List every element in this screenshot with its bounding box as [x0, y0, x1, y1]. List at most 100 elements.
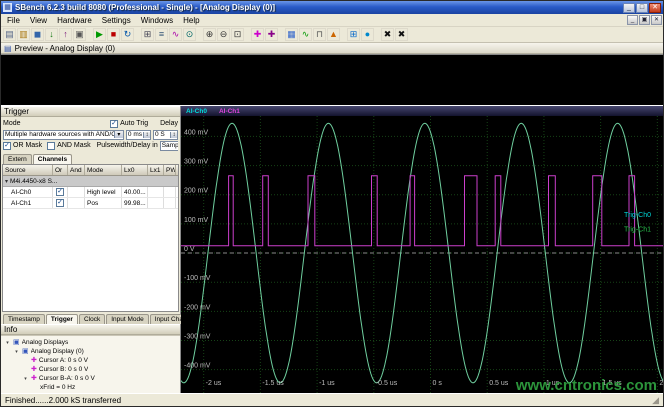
scope-plot-area[interactable]: 400 mV 300 mV 200 mV 100 mV 0 V -100 mV -200 m… — [181, 116, 663, 393]
cursor-b-icon[interactable]: ✚ — [265, 28, 278, 41]
column-header-mode[interactable]: Mode — [85, 165, 122, 175]
trigger-source-row: Multiple hardware sources with AND/OR ▾ … — [3, 129, 178, 140]
cell-mode[interactable]: Pos — [85, 198, 122, 208]
column-header-or[interactable]: Or — [53, 165, 68, 175]
close-display-icon[interactable]: ✖ — [381, 28, 394, 41]
cell-lx0[interactable]: 99.98... — [122, 198, 148, 208]
import-data-icon[interactable]: ↓ — [45, 28, 58, 41]
restart-acquisition-icon[interactable]: ↻ — [121, 28, 134, 41]
tree-item[interactable]: ▾ ▣ Analog Displays — [3, 338, 178, 347]
stop-acquisition-icon[interactable]: ■ — [107, 28, 120, 41]
preview-panel-header[interactable]: ▤ Preview - Analog Display (0) — [1, 43, 663, 54]
open-config-icon[interactable]: ▥ — [17, 28, 30, 41]
info-panel-title[interactable]: Info — [1, 324, 180, 335]
minimize-button[interactable]: _ — [623, 2, 635, 13]
menu-help[interactable]: Help — [178, 16, 204, 25]
column-header-pw[interactable]: PW — [164, 165, 176, 175]
print-icon[interactable]: ▣ — [73, 28, 86, 41]
table-group-row[interactable]: ▾ M4i.4450-x8 S... — [3, 176, 178, 187]
chevron-down-icon[interactable]: ▾ — [113, 131, 123, 138]
input-channels-icon[interactable]: ≡ — [155, 28, 168, 41]
menu-windows[interactable]: Windows — [136, 16, 178, 25]
cell-pw[interactable] — [164, 187, 176, 197]
trigger-panel-title[interactable]: Trigger — [1, 106, 180, 117]
spectrum-display-icon[interactable]: ▲ — [327, 28, 340, 41]
oscilloscope-plot[interactable]: 400 mV 300 mV 200 mV 100 mV 0 V -100 mV -200 m… — [181, 116, 663, 393]
x-axis-tick-label: 0.5 us — [489, 380, 509, 387]
tab-input-mode[interactable]: Input Mode — [106, 314, 149, 324]
expander-icon[interactable]: ▾ — [22, 376, 29, 382]
child-minimize-button[interactable]: _ — [627, 15, 638, 25]
column-header-lx0[interactable]: Lx0 — [122, 165, 148, 175]
cell-lx1[interactable] — [148, 198, 164, 208]
zoom-out-icon[interactable]: ⊖ — [217, 28, 230, 41]
tree-item[interactable]: ▾ ✚ Cursor B-A: 0 s 0 V — [3, 374, 178, 383]
tab-extern[interactable]: Extern — [3, 154, 32, 164]
expander-icon[interactable]: ▾ — [5, 178, 8, 185]
delay-samples-input[interactable]: 0 S ↕ — [153, 129, 178, 140]
cell-and[interactable] — [68, 198, 85, 208]
or-checkbox[interactable]: ✓ — [56, 188, 64, 196]
table-row[interactable]: AI-Ch1 ✓ Pos 99.98... — [3, 198, 178, 209]
zoom-all-icon[interactable]: ⊡ — [231, 28, 244, 41]
trigger-setup-icon[interactable]: ∿ — [169, 28, 182, 41]
spinner-icon[interactable]: ↕ — [170, 131, 177, 138]
maximize-button[interactable]: □ — [636, 2, 648, 13]
column-header-lx1[interactable]: Lx1 — [148, 165, 164, 175]
new-config-icon[interactable]: ▤ — [3, 28, 16, 41]
new-display-icon[interactable]: ▦ — [285, 28, 298, 41]
tree-item[interactable]: ▾ ▣ Analog Display (0) — [3, 347, 178, 356]
tab-timestamp[interactable]: Timestamp — [3, 314, 45, 324]
title-bar[interactable]: ▦ SBench 6.2.3 build 8080 (Professional … — [1, 1, 663, 14]
auto-trig-checkbox[interactable]: ✓ — [110, 119, 119, 128]
channel-label-ai-ch0[interactable]: AI-Ch0 — [186, 108, 207, 115]
tree-item[interactable]: xFrid = 0 Hz — [3, 383, 178, 392]
exit-app-icon[interactable]: ✖ — [395, 28, 408, 41]
trigger-mode-select[interactable]: Multiple hardware sources with AND/OR ▾ — [3, 129, 124, 140]
column-header-source[interactable]: Source — [3, 165, 53, 175]
pulsewidth-unit-select[interactable]: Samples ▾ — [159, 140, 178, 151]
menu-hardware[interactable]: Hardware — [52, 16, 97, 25]
cell-lx0[interactable]: 40.00... — [122, 187, 148, 197]
child-restore-button[interactable]: ▣ — [639, 15, 650, 25]
start-acquisition-icon[interactable]: ▶ — [93, 28, 106, 41]
and-mask-checkbox[interactable] — [47, 141, 56, 150]
table-row[interactable]: AI-Ch0 ✓ High level 40.00... — [3, 187, 178, 198]
child-close-button[interactable]: ✕ — [651, 15, 662, 25]
channel-label-ai-ch1[interactable]: AI-Ch1 — [219, 108, 240, 115]
expander-icon[interactable]: ▾ — [13, 349, 20, 355]
close-button[interactable]: ✕ — [649, 2, 661, 13]
zoom-in-icon[interactable]: ⊕ — [203, 28, 216, 41]
preview-display[interactable] — [1, 54, 663, 106]
cell-or[interactable]: ✓ — [53, 198, 68, 208]
info-window-icon[interactable]: ● — [361, 28, 374, 41]
calculator-icon[interactable]: ⊞ — [347, 28, 360, 41]
or-checkbox[interactable]: ✓ — [56, 199, 64, 207]
column-header-and[interactable]: And — [68, 165, 85, 175]
tab-clock[interactable]: Clock — [78, 314, 106, 324]
save-config-icon[interactable]: ◼ — [31, 28, 44, 41]
clock-setup-icon[interactable]: ⊙ — [183, 28, 196, 41]
menu-settings[interactable]: Settings — [97, 16, 136, 25]
tab-channels[interactable]: Channels — [32, 154, 73, 164]
hardware-setup-icon[interactable]: ⊞ — [141, 28, 154, 41]
expander-icon[interactable]: ▾ — [4, 340, 11, 346]
cell-or[interactable]: ✓ — [53, 187, 68, 197]
analog-display-icon[interactable]: ∿ — [299, 28, 312, 41]
delay-ms-input[interactable]: 0 ms ↕ — [125, 129, 151, 140]
spinner-icon[interactable]: ↕ — [143, 131, 150, 138]
cell-pw[interactable] — [164, 198, 176, 208]
cell-and[interactable] — [68, 187, 85, 197]
cursor-a-icon[interactable]: ✚ — [251, 28, 264, 41]
tab-trigger[interactable]: Trigger — [45, 314, 78, 324]
tree-item[interactable]: ✚ Cursor A: 0 s 0 V — [3, 356, 178, 365]
cell-mode[interactable]: High level — [85, 187, 122, 197]
or-mask-checkbox[interactable]: ✓ — [3, 141, 11, 150]
menu-file[interactable]: File — [2, 16, 25, 25]
resize-grip[interactable]: ◢ — [652, 395, 659, 405]
tree-item[interactable]: ✚ Cursor B: 0 s 0 V — [3, 365, 178, 374]
digital-display-icon[interactable]: ⊓ — [313, 28, 326, 41]
cell-lx1[interactable] — [148, 187, 164, 197]
export-data-icon[interactable]: ↑ — [59, 28, 72, 41]
menu-view[interactable]: View — [25, 16, 52, 25]
